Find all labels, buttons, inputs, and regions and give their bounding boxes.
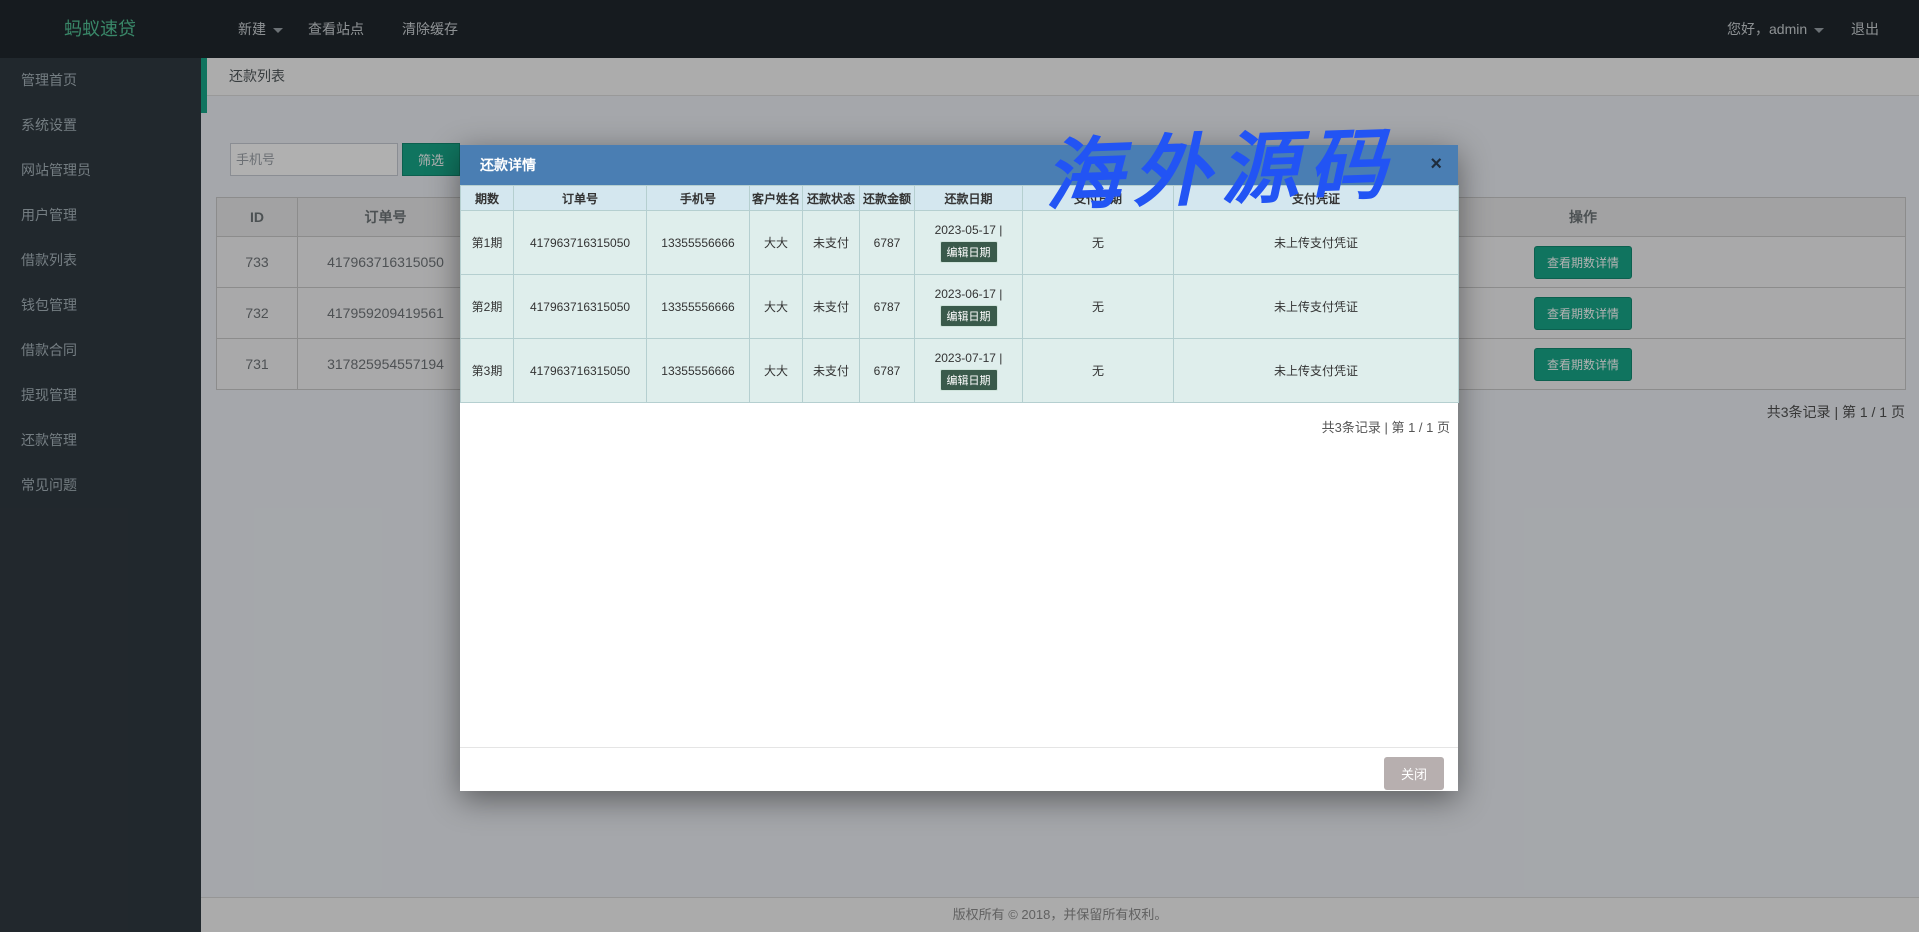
cell-period: 第2期 (461, 275, 514, 339)
cell-customer: 大大 (750, 339, 803, 403)
repay-date-text: 2023-06-17 | (916, 287, 1021, 301)
repay-date-text: 2023-07-17 | (916, 351, 1021, 365)
repay-date-text: 2023-05-17 | (916, 223, 1021, 237)
modal-footer: 关闭 (460, 747, 1458, 791)
cell-order-no: 417963716315050 (514, 211, 647, 275)
cell-voucher: 未上传支付凭证 (1174, 211, 1459, 275)
edit-date-button[interactable]: 编辑日期 (940, 241, 998, 263)
cell-status: 未支付 (803, 275, 860, 339)
cell-status: 未支付 (803, 339, 860, 403)
cell-period: 第3期 (461, 339, 514, 403)
cell-pay-date: 无 (1023, 339, 1174, 403)
cell-amount: 6787 (860, 211, 915, 275)
col-header-customer: 客户姓名 (750, 186, 803, 211)
cell-customer: 大大 (750, 275, 803, 339)
col-header-pay-date: 支付日期 (1023, 186, 1174, 211)
cell-pay-date: 无 (1023, 211, 1174, 275)
cell-period: 第1期 (461, 211, 514, 275)
modal-header: 还款详情 × (460, 145, 1458, 185)
modal-pagination: 共3条记录 | 第 1 / 1 页 (460, 417, 1458, 436)
period-row: 第3期 417963716315050 13355556666 大大 未支付 6… (461, 339, 1459, 403)
repayment-detail-modal: 还款详情 × 期数 订单号 手机号 客户姓名 还款状态 还款金额 还款日期 支付… (460, 145, 1458, 791)
close-icon[interactable]: × (1430, 154, 1442, 174)
cell-repay-date: 2023-06-17 | 编辑日期 (915, 275, 1023, 339)
col-header-order-no: 订单号 (514, 186, 647, 211)
close-modal-button[interactable]: 关闭 (1384, 757, 1444, 790)
cell-voucher: 未上传支付凭证 (1174, 275, 1459, 339)
edit-date-button[interactable]: 编辑日期 (940, 369, 998, 391)
cell-repay-date: 2023-07-17 | 编辑日期 (915, 339, 1023, 403)
col-header-voucher: 支付凭证 (1174, 186, 1459, 211)
col-header-repay-date: 还款日期 (915, 186, 1023, 211)
modal-table-header-row: 期数 订单号 手机号 客户姓名 还款状态 还款金额 还款日期 支付日期 支付凭证 (461, 186, 1459, 211)
cell-status: 未支付 (803, 211, 860, 275)
period-row: 第1期 417963716315050 13355556666 大大 未支付 6… (461, 211, 1459, 275)
period-detail-table: 期数 订单号 手机号 客户姓名 还款状态 还款金额 还款日期 支付日期 支付凭证… (460, 185, 1459, 403)
cell-customer: 大大 (750, 211, 803, 275)
edit-date-button[interactable]: 编辑日期 (940, 305, 998, 327)
col-header-period: 期数 (461, 186, 514, 211)
cell-phone: 13355556666 (647, 339, 750, 403)
cell-amount: 6787 (860, 275, 915, 339)
modal-title: 还款详情 (460, 145, 1458, 185)
col-header-amount: 还款金额 (860, 186, 915, 211)
cell-phone: 13355556666 (647, 275, 750, 339)
col-header-status: 还款状态 (803, 186, 860, 211)
cell-repay-date: 2023-05-17 | 编辑日期 (915, 211, 1023, 275)
period-row: 第2期 417963716315050 13355556666 大大 未支付 6… (461, 275, 1459, 339)
col-header-phone: 手机号 (647, 186, 750, 211)
cell-order-no: 417963716315050 (514, 275, 647, 339)
cell-order-no: 417963716315050 (514, 339, 647, 403)
cell-voucher: 未上传支付凭证 (1174, 339, 1459, 403)
cell-amount: 6787 (860, 339, 915, 403)
cell-pay-date: 无 (1023, 275, 1174, 339)
cell-phone: 13355556666 (647, 211, 750, 275)
